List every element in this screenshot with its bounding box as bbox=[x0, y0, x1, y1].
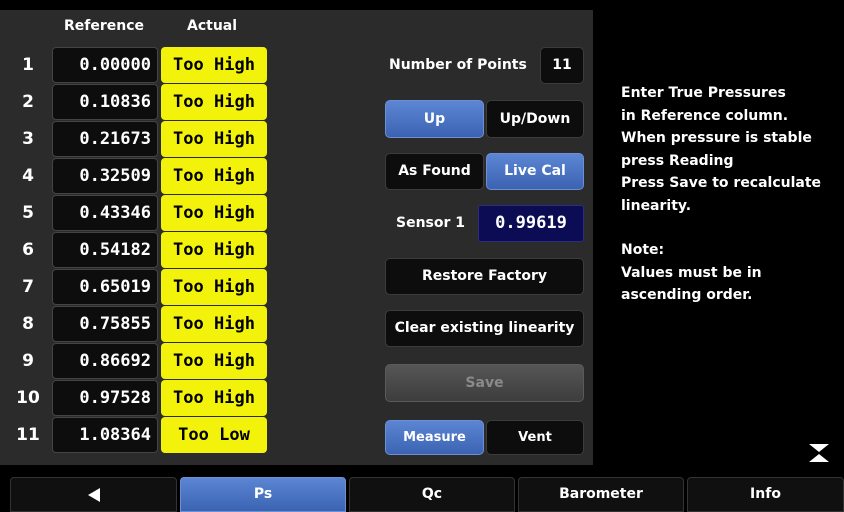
up-button[interactable]: Up bbox=[385, 100, 484, 138]
measure-button[interactable]: Measure bbox=[385, 420, 484, 455]
reference-value-field[interactable]: 0.75855 bbox=[52, 306, 158, 342]
points-value-button[interactable]: 11 bbox=[540, 47, 584, 84]
instruction-line: ascending order. bbox=[621, 287, 753, 303]
actual-status-badge: Too High bbox=[161, 380, 267, 416]
live-cal-button[interactable]: Live Cal bbox=[486, 153, 584, 190]
actual-status-badge: Too Low bbox=[161, 417, 267, 453]
tab-barometer[interactable]: Barometer bbox=[518, 477, 684, 512]
row-number: 1 bbox=[22, 55, 34, 75]
actual-column-header: Actual bbox=[187, 18, 238, 34]
row-number: 11 bbox=[16, 425, 40, 445]
actual-status-badge: Too High bbox=[161, 343, 267, 379]
reference-value-field[interactable]: 0.97528 bbox=[52, 380, 158, 416]
instruction-line: When pressure is stable bbox=[621, 130, 812, 146]
actual-status-badge: Too High bbox=[161, 269, 267, 305]
vent-button[interactable]: Vent bbox=[486, 420, 584, 455]
up-down-button[interactable]: Up/Down bbox=[486, 100, 584, 138]
instruction-line: linearity. bbox=[621, 197, 692, 214]
row-number: 6 bbox=[22, 240, 34, 260]
back-button[interactable] bbox=[10, 477, 177, 512]
actual-status-badge: Too High bbox=[161, 47, 267, 83]
actual-status-badge: Too High bbox=[161, 232, 267, 268]
instruction-line: Values must be in bbox=[621, 264, 762, 281]
clear-linearity-button[interactable]: Clear existing linearity bbox=[385, 310, 584, 347]
row-number: 4 bbox=[22, 166, 34, 186]
back-arrow-icon bbox=[87, 488, 100, 502]
as-found-button[interactable]: As Found bbox=[385, 153, 484, 190]
actual-status-badge: Too High bbox=[161, 121, 267, 157]
reference-value-field[interactable]: 0.54182 bbox=[52, 232, 158, 268]
sensor-label: Sensor 1 bbox=[396, 215, 466, 231]
tab-qc[interactable]: Qc bbox=[349, 477, 515, 512]
actual-status-badge: Too High bbox=[161, 306, 267, 342]
reference-value-field[interactable]: 0.86692 bbox=[52, 343, 158, 379]
reference-value-field[interactable]: 0.10836 bbox=[52, 84, 158, 120]
restore-factory-button[interactable]: Restore Factory bbox=[385, 258, 584, 295]
reference-value-field[interactable]: 0.65019 bbox=[52, 269, 158, 305]
instruction-line: Enter True Pressures bbox=[621, 85, 786, 101]
reference-value-field[interactable]: 1.08364 bbox=[52, 417, 158, 453]
save-button[interactable]: Save bbox=[385, 364, 584, 402]
reference-value-field[interactable]: 0.21673 bbox=[52, 121, 158, 157]
reference-value-field[interactable]: 0.43346 bbox=[52, 195, 158, 231]
row-number: 5 bbox=[22, 203, 34, 223]
tab-info[interactable]: Info bbox=[687, 477, 844, 512]
reference-column-header: Reference bbox=[64, 18, 145, 34]
instructions-text: Enter True Pressures in Reference column.… bbox=[621, 82, 836, 307]
instruction-line: press Reading bbox=[621, 152, 734, 169]
row-number: 7 bbox=[22, 277, 34, 297]
row-number: 3 bbox=[22, 129, 34, 149]
row-number: 2 bbox=[22, 92, 34, 112]
actual-status-badge: Too High bbox=[161, 158, 267, 194]
points-label: Number of Points bbox=[389, 57, 527, 73]
row-number: 8 bbox=[22, 314, 34, 334]
row-number: 9 bbox=[22, 351, 34, 371]
instruction-line: Press Save to recalculate bbox=[621, 175, 822, 191]
collapse-icon[interactable] bbox=[808, 443, 830, 463]
reference-value-field[interactable]: 0.32509 bbox=[52, 158, 158, 194]
actual-status-badge: Too High bbox=[161, 195, 267, 231]
bottom-tab-bar: Ps Qc Barometer Info bbox=[0, 477, 844, 512]
actual-status-badge: Too High bbox=[161, 84, 267, 120]
instruction-line: in Reference column. bbox=[621, 107, 789, 124]
row-number: 10 bbox=[16, 388, 40, 408]
sensor-value-field[interactable]: 0.99619 bbox=[478, 205, 584, 242]
tab-ps[interactable]: Ps bbox=[180, 477, 346, 512]
instruction-line: Note: bbox=[621, 242, 665, 258]
reference-value-field[interactable]: 0.00000 bbox=[52, 47, 158, 83]
